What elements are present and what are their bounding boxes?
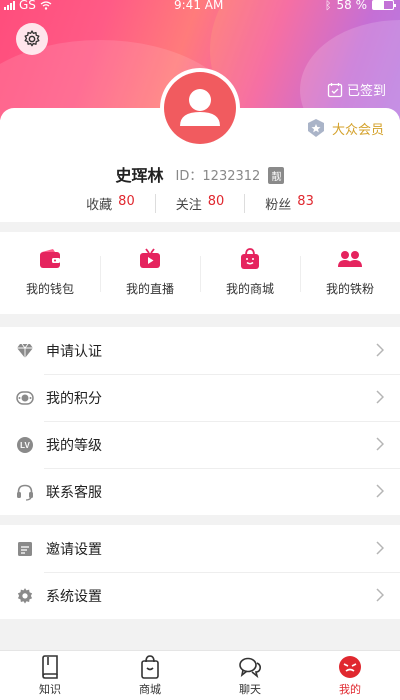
member-level-label: 大众会员 xyxy=(331,122,384,138)
diamond-icon xyxy=(16,342,34,360)
clock: 9:41 AM xyxy=(174,0,224,12)
menu-item-label: 系统设置 xyxy=(46,588,102,605)
menu-group-account: 申请认证 我的积分 LV 我的等级 联系客服 xyxy=(0,327,400,515)
bottom-tab-bar: 知识 商城 聊天 我的 xyxy=(0,650,400,700)
menu-item-label: 邀请设置 xyxy=(46,541,102,558)
user-icon xyxy=(180,89,220,126)
gear-icon xyxy=(16,587,34,605)
quick-action-shop[interactable]: 我的商城 xyxy=(200,232,300,314)
battery-icon xyxy=(372,0,396,10)
quick-actions: 我的钱包 我的直播 我的商城 我的铁粉 xyxy=(0,232,400,314)
bluetooth-icon: ᛒ xyxy=(324,0,332,12)
settings-button[interactable] xyxy=(16,23,48,55)
quick-action-label: 我的钱包 xyxy=(25,282,74,296)
stat-following[interactable]: 关注 80 xyxy=(154,194,245,213)
bag-icon xyxy=(141,655,159,679)
stat-value: 80 xyxy=(118,194,135,209)
avatar[interactable] xyxy=(160,68,240,148)
quick-action-label: 我的商城 xyxy=(225,282,274,296)
menu-group-settings: 邀请设置 系统设置 xyxy=(0,525,400,619)
name-row: 史珲林 ID：1232312 靓 xyxy=(0,162,400,186)
tab-label: 聊天 xyxy=(239,683,261,696)
tab-label: 知识 xyxy=(39,683,61,696)
stat-value: 80 xyxy=(207,194,225,209)
wifi-icon xyxy=(40,0,52,10)
tab-knowledge[interactable]: 知识 xyxy=(0,651,100,700)
tv-icon xyxy=(140,248,160,268)
shopping-bag-icon xyxy=(241,248,259,269)
user-id-label: ID： xyxy=(175,168,203,184)
quick-action-label: 我的直播 xyxy=(125,282,174,296)
points-icon xyxy=(16,389,34,407)
menu-item-invite-settings[interactable]: 邀请设置 xyxy=(0,525,400,572)
menu-item-certification[interactable]: 申请认证 xyxy=(0,327,400,374)
fans-icon xyxy=(338,251,362,267)
status-bar: GS 9:41 AM ᛒ 58 % xyxy=(0,0,400,14)
tab-me[interactable]: 我的 xyxy=(300,651,400,700)
stats-row: 收藏 80 关注 80 粉丝 83 xyxy=(0,194,400,213)
menu-item-label: 我的积分 xyxy=(46,390,102,407)
stat-label: 粉丝 xyxy=(265,198,292,213)
calendar-icon xyxy=(327,82,343,97)
user-id: ID：1232312 靓 xyxy=(176,165,285,184)
tab-chat[interactable]: 聊天 xyxy=(200,651,300,700)
quick-action-fans[interactable]: 我的铁粉 xyxy=(300,232,400,314)
book-icon xyxy=(42,655,58,679)
gear-icon xyxy=(24,30,40,47)
carrier: GS xyxy=(19,0,36,12)
stat-value: 83 xyxy=(297,194,314,209)
svg-text:LV: LV xyxy=(20,441,30,450)
user-name: 史珲林 xyxy=(115,166,164,185)
tab-label: 我的 xyxy=(339,683,361,696)
level-icon: LV xyxy=(16,436,34,454)
chevron-right-icon xyxy=(376,437,384,451)
user-id-value: 1232312 xyxy=(202,168,261,184)
me-icon xyxy=(339,656,361,678)
chevron-right-icon xyxy=(376,541,384,555)
checkin-label: 已签到 xyxy=(346,84,386,99)
tab-label: 商城 xyxy=(139,683,161,696)
wallet-icon xyxy=(40,249,60,268)
chevron-right-icon xyxy=(376,390,384,404)
menu-item-system-settings[interactable]: 系统设置 xyxy=(0,572,400,619)
invite-icon xyxy=(16,540,34,558)
battery-percent: 58 % xyxy=(336,0,368,12)
stat-fans[interactable]: 粉丝 83 xyxy=(244,194,334,213)
chat-icon xyxy=(239,657,261,679)
tab-shop[interactable]: 商城 xyxy=(100,651,200,700)
quick-action-wallet[interactable]: 我的钱包 xyxy=(0,232,100,314)
menu-item-customer-service[interactable]: 联系客服 xyxy=(0,468,400,515)
menu-item-label: 我的等级 xyxy=(46,437,102,454)
headset-icon xyxy=(16,483,34,501)
signal-icon xyxy=(4,0,15,10)
stat-favorites[interactable]: 收藏 80 xyxy=(66,194,155,213)
quick-action-label: 我的铁粉 xyxy=(325,282,374,296)
stat-label: 关注 xyxy=(175,198,202,213)
chevron-right-icon xyxy=(376,588,384,602)
menu-item-points[interactable]: 我的积分 xyxy=(0,374,400,421)
menu-item-label: 申请认证 xyxy=(46,343,102,360)
checkin-button[interactable]: 已签到 xyxy=(327,80,386,99)
menu-item-level[interactable]: LV 我的等级 xyxy=(0,421,400,468)
pretty-id-badge: 靓 xyxy=(268,166,285,184)
member-level[interactable]: 大众会员 xyxy=(306,118,384,138)
quick-action-live[interactable]: 我的直播 xyxy=(100,232,200,314)
avatar-image xyxy=(164,72,236,144)
menu-item-label: 联系客服 xyxy=(46,484,102,501)
chevron-right-icon xyxy=(376,484,384,498)
member-badge-icon xyxy=(307,119,324,137)
stat-label: 收藏 xyxy=(86,198,113,213)
chevron-right-icon xyxy=(376,343,384,357)
